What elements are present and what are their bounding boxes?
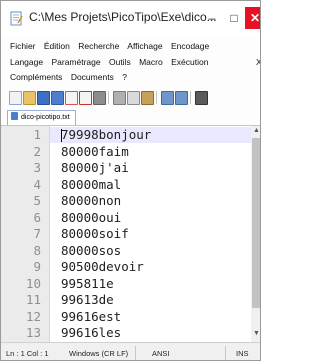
status-eol[interactable]: Windows (CR LF) <box>69 349 128 358</box>
editor-line-text[interactable]: 99613de <box>61 292 114 307</box>
status-encoding[interactable]: ANSI <box>152 349 170 358</box>
notepad-window: C:\Mes Projets\PicoTipo\Exe\dico... – □ … <box>0 0 261 361</box>
scrollbar-thumb[interactable] <box>252 138 260 308</box>
text-editor[interactable]: 1 79998bonjour 2 80000faim 3 80000j'ai 4 80000m… <box>1 126 260 342</box>
editor-line-text[interactable]: 90500devoir <box>61 259 144 274</box>
save-all-icon[interactable] <box>51 91 64 105</box>
toolbar-separator <box>190 91 191 104</box>
undo-icon[interactable] <box>161 91 174 105</box>
line-number: 4 <box>33 176 41 192</box>
toolbar-separator <box>108 91 109 104</box>
editor-line-text[interactable]: 80000non <box>61 193 121 208</box>
print-icon[interactable] <box>93 91 106 105</box>
copy-icon[interactable] <box>127 91 140 105</box>
close-file-icon[interactable] <box>65 91 78 105</box>
tab-bar: dico-picotipo.txt <box>1 109 260 126</box>
scroll-down-icon[interactable]: ▼ <box>253 330 260 337</box>
editor-line-text[interactable]: 99616est <box>61 309 121 324</box>
new-file-icon[interactable] <box>9 91 22 105</box>
line-number: 3 <box>33 160 41 175</box>
status-bar: Ln : 1 Col : 1 Windows (CR LF) ANSI INS <box>1 342 260 360</box>
open-file-icon[interactable] <box>23 91 36 105</box>
title-bar[interactable]: C:\Mes Projets\PicoTipo\Exe\dico... – □ … <box>1 1 260 37</box>
redo-icon[interactable] <box>175 91 188 105</box>
editor-line-text[interactable]: 995811e <box>61 276 114 291</box>
window-title: C:\Mes Projets\PicoTipo\Exe\dico... <box>29 10 217 24</box>
line-number: 1 <box>33 127 41 142</box>
menu-outils[interactable]: Outils <box>109 57 131 67</box>
toolbar-separator <box>156 91 157 104</box>
editor-line-text[interactable]: 80000oui <box>61 210 121 225</box>
menu-overflow-close[interactable]: X <box>256 57 260 67</box>
menu-fichier[interactable]: Fichier <box>10 41 36 51</box>
menu-row-3: Compléments Documents ? <box>10 72 133 82</box>
line-number: 7 <box>33 226 41 241</box>
menu-row-1: Fichier Édition Recherche Affichage Enco… <box>10 41 215 51</box>
editor-line-text[interactable]: 80000mal <box>61 177 121 192</box>
line-number: 2 <box>33 143 41 159</box>
menu-row-2: Langage Paramétrage Outils Macro Exécuti… <box>10 57 214 67</box>
line-number: 5 <box>33 193 41 208</box>
menu-documents[interactable]: Documents <box>71 72 114 82</box>
menu-execution[interactable]: Exécution <box>171 57 208 67</box>
status-mode[interactable]: INS <box>236 349 249 358</box>
line-number: 10 <box>25 275 41 291</box>
status-divider <box>225 346 226 360</box>
editor-line-text[interactable]: 79998bonjour <box>61 127 151 142</box>
menu-help[interactable]: ? <box>122 72 127 82</box>
paste-icon[interactable] <box>141 91 154 105</box>
line-number: 9 <box>33 259 41 274</box>
line-number: 6 <box>33 209 41 225</box>
vertical-scrollbar[interactable]: ▲ ▼ <box>251 126 260 342</box>
status-position: Ln : 1 Col : 1 <box>6 349 49 358</box>
line-number: 12 <box>25 308 41 324</box>
close-all-icon[interactable] <box>79 91 92 105</box>
editor-line-text[interactable]: 80000soif <box>61 226 129 241</box>
menu-encodage[interactable]: Encodage <box>171 41 209 51</box>
app-icon <box>10 11 23 26</box>
editor-line-text[interactable]: 80000faim <box>61 144 129 159</box>
line-number: 13 <box>25 325 41 340</box>
editor-line-text[interactable]: 80000sos <box>61 243 121 258</box>
menu-parametrage[interactable]: Paramétrage <box>51 57 100 67</box>
file-tab-icon <box>11 112 18 120</box>
status-divider <box>135 346 136 360</box>
maximize-button[interactable]: □ <box>223 7 245 29</box>
save-icon[interactable] <box>37 91 50 105</box>
tab-label: dico-picotipo.txt <box>21 114 70 121</box>
menu-bar: Fichier Édition Recherche Affichage Enco… <box>1 37 260 85</box>
cut-icon[interactable] <box>113 91 126 105</box>
menu-recherche[interactable]: Recherche <box>78 41 119 51</box>
menu-complements[interactable]: Compléments <box>10 72 62 82</box>
editor-line-text[interactable]: 99616les <box>61 325 121 340</box>
menu-edition[interactable]: Édition <box>44 41 70 51</box>
menu-langage[interactable]: Langage <box>10 57 43 67</box>
tab-dico-picotipo[interactable]: dico-picotipo.txt <box>7 110 76 125</box>
minimize-button[interactable]: – <box>201 7 223 29</box>
menu-macro[interactable]: Macro <box>139 57 163 67</box>
line-number: 11 <box>25 292 41 307</box>
toolbar <box>1 87 260 109</box>
line-number: 8 <box>33 242 41 258</box>
editor-line-text[interactable]: 80000j'ai <box>61 160 129 175</box>
close-button[interactable]: ✕ <box>245 7 260 29</box>
scroll-up-icon[interactable]: ▲ <box>253 127 260 134</box>
find-icon[interactable] <box>195 91 208 105</box>
text-caret <box>61 129 62 142</box>
menu-affichage[interactable]: Affichage <box>127 41 162 51</box>
